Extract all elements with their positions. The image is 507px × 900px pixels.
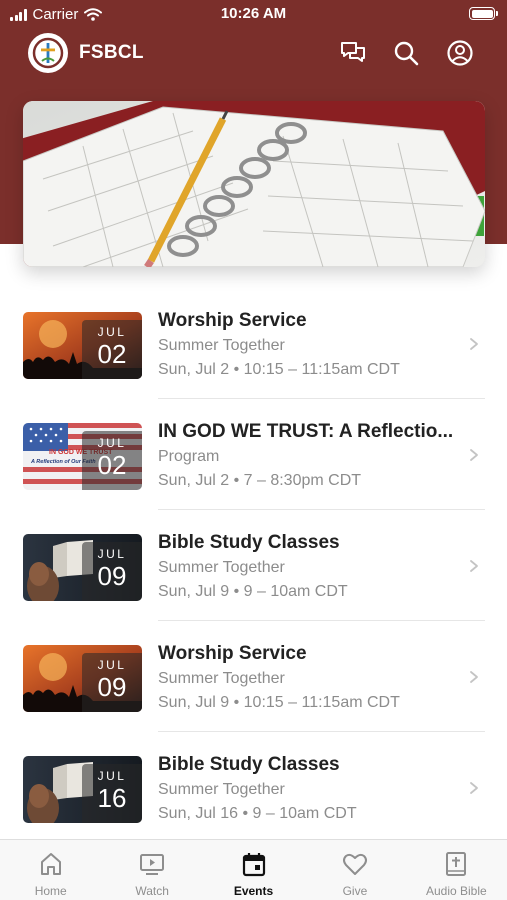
planner-image (23, 101, 485, 267)
tab-events[interactable]: Events (203, 840, 304, 900)
event-row[interactable]: IN GOD WE TRUST A Reflection of Our Fait… (0, 399, 507, 510)
event-title: Bible Study Classes (158, 532, 340, 553)
event-date-badge: JUL 02 (82, 431, 142, 490)
tab-label: Events (233, 884, 274, 898)
heart-icon (342, 853, 367, 875)
event-day: 09 (97, 672, 127, 702)
event-month: JUL (97, 658, 127, 672)
app-bar: FSBCL (0, 30, 507, 76)
event-title: IN GOD WE TRUST: A Reflectio... (158, 421, 454, 442)
event-month: JUL (97, 325, 127, 339)
event-month: JUL (97, 436, 127, 450)
battery-icon (469, 7, 498, 20)
tab-bar: Home Watch Events Give Audio Bible (0, 839, 507, 900)
event-time: Sun, Jul 9 • 9 – 10am CDT (158, 583, 348, 600)
event-thumbnail: JUL 09 (23, 645, 142, 712)
event-title: Bible Study Classes (158, 754, 340, 775)
event-day: 16 (97, 783, 127, 813)
church-logo[interactable] (28, 33, 68, 73)
event-time: Sun, Jul 2 • 10:15 – 11:15am CDT (158, 361, 400, 378)
event-thumbnail: JUL 02 (23, 312, 142, 379)
home-icon (40, 853, 61, 875)
logo-icon (32, 37, 64, 69)
status-bar: Carrier 10:26 AM (0, 0, 507, 30)
tab-audio-bible[interactable]: Audio Bible (406, 840, 507, 900)
event-row[interactable]: JUL 16 Bible Study Classes Summer Togeth… (0, 732, 507, 843)
chevron-right-icon (470, 560, 478, 572)
chevron-right-icon (470, 782, 478, 794)
event-time: Sun, Jul 2 • 7 – 8:30pm CDT (158, 472, 362, 489)
tab-give[interactable]: Give (304, 840, 405, 900)
event-subtitle: Summer Together (158, 559, 285, 576)
event-subtitle: Summer Together (158, 670, 285, 687)
chevron-right-icon (470, 338, 478, 350)
event-date-badge: JUL 09 (82, 653, 142, 712)
chat-icon[interactable] (339, 39, 367, 67)
event-day: 09 (97, 561, 127, 591)
tab-label: Give (342, 884, 368, 898)
profile-icon[interactable] (446, 39, 474, 67)
tab-label: Watch (135, 884, 169, 898)
event-month: JUL (97, 547, 127, 561)
tab-label: Home (34, 884, 67, 898)
event-subtitle: Program (158, 448, 220, 465)
event-title: Worship Service (158, 310, 307, 331)
chevron-right-icon (470, 671, 478, 683)
status-time: 10:26 AM (220, 5, 287, 22)
event-row[interactable]: JUL 02 Worship Service Summer Together S… (0, 288, 507, 399)
app-title: FSBCL (79, 42, 144, 63)
event-row[interactable]: JUL 09 Worship Service Summer Together S… (0, 621, 507, 732)
event-date-badge: JUL 02 (82, 320, 142, 379)
event-month: JUL (97, 769, 127, 783)
event-title: Worship Service (158, 643, 307, 664)
bible-icon (446, 852, 467, 876)
event-day: 02 (97, 450, 127, 480)
event-thumbnail: JUL 16 (23, 756, 142, 823)
event-thumbnail: IN GOD WE TRUST A Reflection of Our Fait… (23, 423, 142, 490)
tab-home[interactable]: Home (0, 840, 101, 900)
event-date-badge: JUL 09 (82, 542, 142, 601)
calendar-icon (242, 853, 265, 877)
event-thumbnail: JUL 09 (23, 534, 142, 601)
event-subtitle: Summer Together (158, 337, 285, 354)
tab-watch[interactable]: Watch (101, 840, 202, 900)
event-time: Sun, Jul 16 • 9 – 10am CDT (158, 805, 357, 822)
event-day: 02 (97, 339, 127, 369)
event-date-badge: JUL 16 (82, 764, 142, 823)
event-time: Sun, Jul 9 • 10:15 – 11:15am CDT (158, 694, 400, 711)
event-row[interactable]: JUL 09 Bible Study Classes Summer Togeth… (0, 510, 507, 621)
hero-banner[interactable] (23, 101, 485, 267)
event-subtitle: Summer Together (158, 781, 285, 798)
search-icon[interactable] (392, 39, 420, 67)
chevron-right-icon (470, 449, 478, 461)
watch-icon (140, 854, 165, 875)
tab-label: Audio Bible (425, 884, 487, 898)
